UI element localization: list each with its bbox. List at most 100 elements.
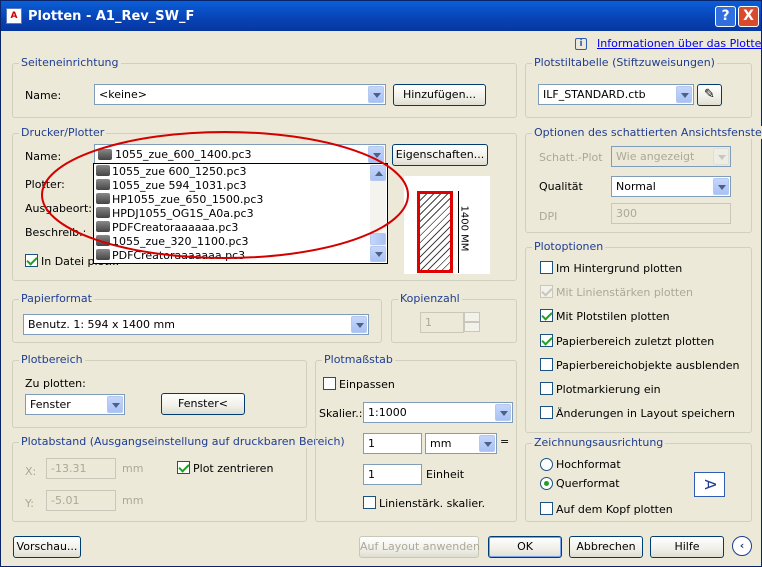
preview-dimension: 1400 MM [458,205,470,252]
quality-combo[interactable]: Normal [611,176,731,197]
preview-button[interactable]: Vorschau... [13,536,81,558]
shade-plot-label: Schatt.-Plot [539,151,603,164]
chevron-down-icon[interactable] [495,404,511,421]
page-setup-name-label: Name: [25,89,62,102]
landscape-label: Querformat [556,477,620,490]
pencil-edit-icon[interactable]: ✎ [697,84,722,106]
plot-lineweights-checkbox[interactable] [540,285,553,298]
scale-value1-input[interactable]: 1 [363,433,422,454]
quality-label: Qualität [539,180,583,193]
shade-plot-combo[interactable]: Wie angezeigt [611,146,731,167]
what-to-plot-combo[interactable]: Fenster [25,394,125,415]
chevron-down-icon[interactable] [107,396,123,413]
plot-scale-label: Plotmaßstab [322,353,395,366]
offset-y-input[interactable]: -5.01 [46,490,116,511]
autocad-icon: A [6,8,22,24]
add-page-setup-button[interactable]: Hinzufügen... [393,84,486,106]
scale-unit-value: mm [430,437,452,450]
plot-stamp-checkbox[interactable] [540,382,553,395]
landscape-radio[interactable] [540,477,553,490]
scale-unit-combo[interactable]: mm [425,433,497,454]
window-select-button[interactable]: Fenster< [161,393,245,415]
help-footer-button[interactable]: Hilfe [650,536,724,558]
chevron-down-icon[interactable] [479,435,495,452]
cancel-button[interactable]: Abbrechen [569,536,643,558]
print-to-file-checkbox[interactable] [25,254,38,267]
upside-down-checkbox[interactable] [540,502,553,515]
center-plot-label: Plot zentrieren [193,462,274,475]
page-setup-name-value: <keine> [99,88,147,101]
orientation-label: Zeichnungsausrichtung [532,436,666,449]
chevron-down-icon[interactable] [713,148,729,165]
close-button[interactable]: X [738,6,759,27]
highlight-ellipse [41,131,409,259]
scale-value2-input[interactable]: 1 [363,464,422,485]
equals-sign: = [500,435,510,448]
plot-options-label: Plotoptionen [532,240,606,253]
chevron-left-circle-icon[interactable]: ‹ [732,536,752,556]
plot-styles-label: Mit Plotstilen plotten [556,310,670,323]
help-button[interactable]: ? [715,6,736,27]
plot-dialog: A Plotten - A1_Rev_SW_F ? X i Informatio… [0,0,762,567]
dpi-label: DPI [539,210,558,223]
hide-paperspace-label: Papierbereichobjekte ausblenden [556,359,740,372]
chevron-down-icon[interactable] [713,178,729,195]
background-plot-checkbox[interactable] [540,261,553,274]
paper-size-value: Benutz. 1: 594 x 1400 mm [28,318,175,331]
paperspace-last-checkbox[interactable] [540,334,553,347]
quality-value: Normal [616,180,656,193]
offset-x-input[interactable]: -13.31 [46,458,116,479]
spin-up-icon[interactable] [464,312,480,322]
save-changes-checkbox[interactable] [540,406,553,419]
chevron-down-icon[interactable] [368,86,384,103]
copies-spinner[interactable] [464,312,480,333]
what-to-plot-label: Zu plotten: [25,377,86,390]
shade-plot-value: Wie angezeigt [616,150,695,163]
unit-label: Einheit [426,468,465,481]
offset-y-label: Y: [25,497,34,510]
copies-label: Kopienzahl [398,292,462,305]
title-bar: A Plotten - A1_Rev_SW_F ? X [1,1,761,31]
plot-lineweights-label: Mit Linienstärken plotten [556,286,693,299]
paper-preview: 1400 MM [404,176,490,274]
plot-style-value: ILF_STANDARD.ctb [543,88,646,101]
portrait-radio[interactable] [540,458,553,471]
plot-area-label: Plotbereich [19,353,85,366]
offset-x-label: X: [25,465,37,478]
offset-x-unit: mm [122,462,144,475]
plot-offset-label: Plotabstand (Ausgangseinstellung auf dru… [19,435,347,448]
upside-down-label: Auf dem Kopf plotten [556,503,673,516]
plot-stamp-label: Plotmarkierung ein [556,383,661,396]
ok-button[interactable]: OK [488,536,562,558]
fit-to-paper-checkbox[interactable] [323,377,336,390]
offset-y-unit: mm [122,494,144,507]
what-to-plot-value: Fenster [30,398,71,411]
plot-styles-checkbox[interactable] [540,309,553,322]
portrait-label: Hochformat [556,458,621,471]
info-link[interactable]: Informationen über das Plotten [597,37,762,50]
apply-to-layout-button[interactable]: Auf Layout anwenden [359,536,480,558]
copies-input[interactable]: 1 [420,312,464,333]
spin-down-icon[interactable] [464,322,480,332]
page-setup-name-combo[interactable]: <keine> [94,84,386,105]
shaded-viewport-label: Optionen des schattierten Ansichtsfenste… [532,126,762,139]
chevron-down-icon[interactable] [676,86,692,103]
info-icon: i [575,38,587,50]
dpi-input[interactable]: 300 [611,203,731,224]
plot-style-label: Plotstiltabelle (Stiftzuweisungen) [532,56,717,69]
center-plot-checkbox[interactable] [177,461,190,474]
scale-lineweights-checkbox[interactable] [363,496,376,509]
fit-to-paper-label: Einpassen [339,378,395,391]
plot-style-combo[interactable]: ILF_STANDARD.ctb [538,84,694,105]
paper-size-combo[interactable]: Benutz. 1: 594 x 1400 mm [23,314,369,335]
hide-paperspace-checkbox[interactable] [540,358,553,371]
paperspace-last-label: Papierbereich zuletzt plotten [556,335,715,348]
scale-lineweights-label: Linienstärk. skalier. [379,497,486,510]
window-title: Plotten - A1_Rev_SW_F [28,9,195,24]
chevron-down-icon[interactable] [351,316,367,333]
paper-size-label: Papierformat [19,292,94,305]
orientation-page-icon: A [694,472,725,497]
page-setup-label: Seiteneinrichtung [19,56,121,69]
scale-value: 1:1000 [368,406,407,419]
scale-combo[interactable]: 1:1000 [363,402,513,423]
